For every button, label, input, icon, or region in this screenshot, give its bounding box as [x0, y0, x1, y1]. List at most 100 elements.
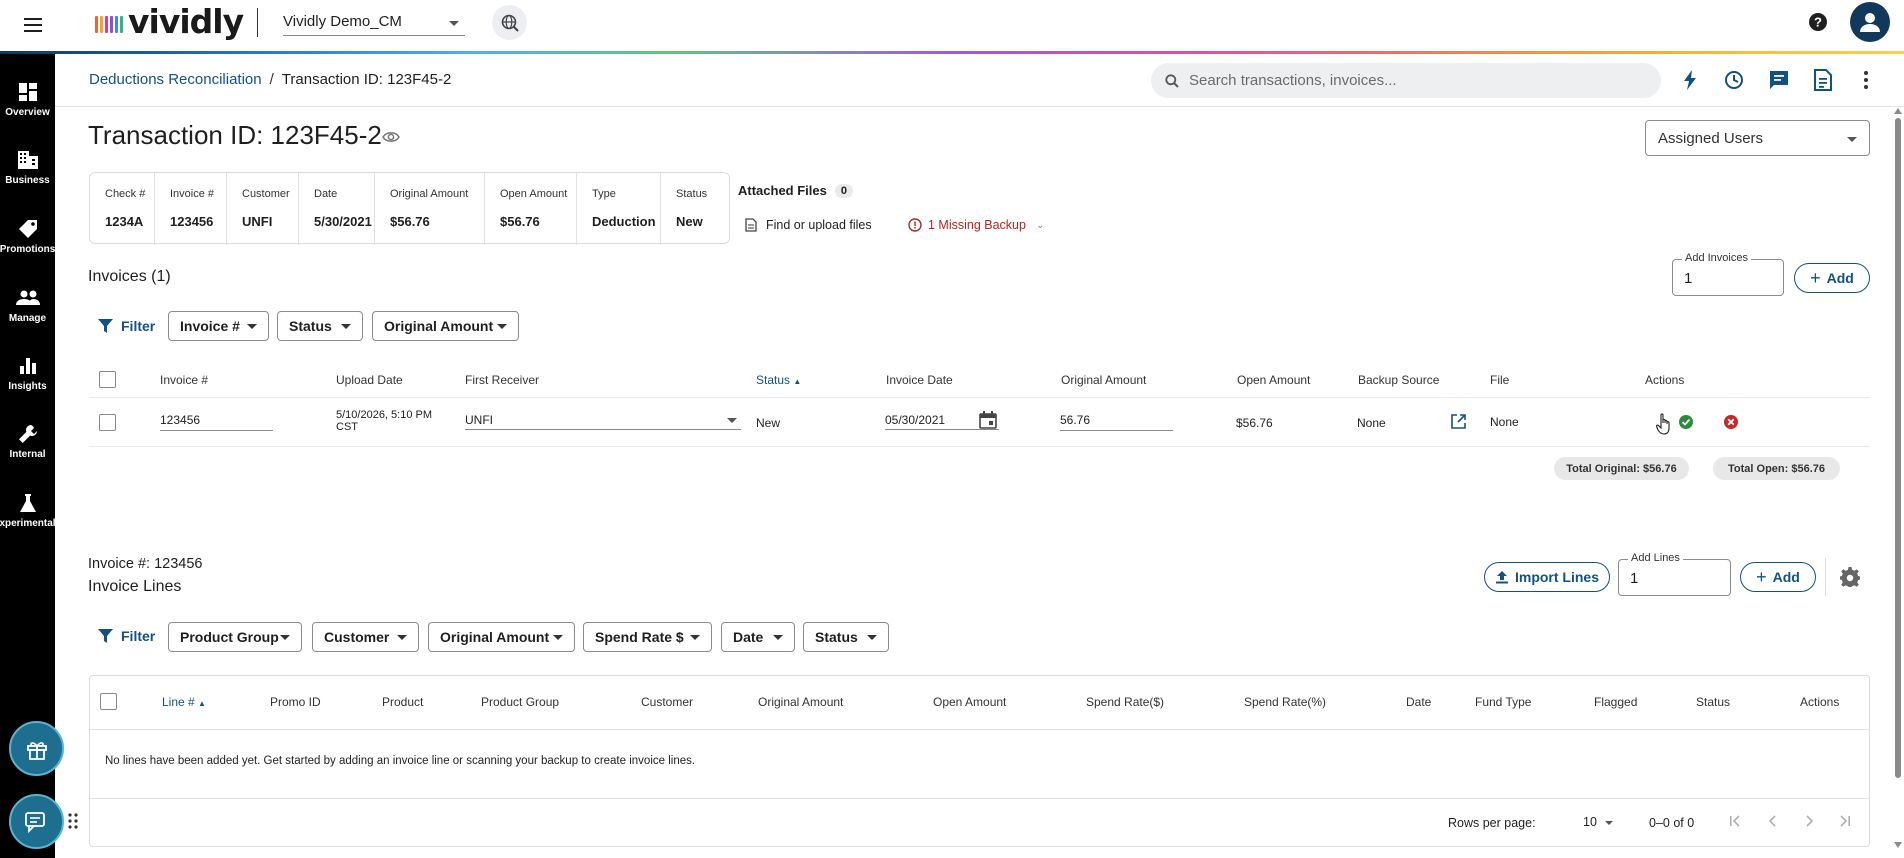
add-lines-button[interactable]: + Add	[1740, 562, 1816, 592]
filter-chip-product-group[interactable]: Product Group	[168, 622, 302, 652]
column-header-line-no[interactable]: Line # ▲	[162, 695, 206, 709]
column-header-backup-source[interactable]: Backup Source	[1358, 373, 1439, 387]
previous-page-icon[interactable]	[1766, 814, 1780, 831]
filter-chip-date[interactable]: Date	[721, 622, 795, 652]
sidebar-item-label: xperimental	[0, 518, 56, 529]
column-header-product-group[interactable]: Product Group	[481, 695, 559, 709]
column-header-status[interactable]: Status ▲	[756, 373, 801, 387]
lines-filter-button[interactable]: Filter	[98, 628, 155, 644]
user-avatar[interactable]	[1850, 2, 1890, 42]
vividly-logo[interactable]: vividly	[95, 5, 244, 38]
approve-check-icon[interactable]	[1656, 414, 1694, 433]
row-select-checkbox[interactable]	[99, 414, 116, 431]
column-header-customer[interactable]: Customer	[641, 695, 693, 709]
first-page-icon[interactable]	[1728, 814, 1742, 831]
column-header-invoice-date[interactable]: Invoice Date	[886, 373, 953, 387]
select-all-invoices-checkbox[interactable]	[99, 371, 116, 388]
eye-icon[interactable]	[382, 128, 400, 149]
more-vert-icon[interactable]	[1853, 67, 1879, 93]
search-input[interactable]	[1189, 72, 1629, 89]
summary-original-amount: Original Amount $56.76	[375, 173, 485, 245]
missing-backup-button[interactable]: 1 Missing Backup ⌄	[908, 218, 1044, 232]
calendar-icon[interactable]	[979, 411, 997, 432]
scroll-down-arrow-icon[interactable]	[1894, 842, 1902, 848]
add-invoices-field[interactable]: Add Invoices	[1672, 252, 1784, 296]
global-search-button[interactable]	[492, 5, 527, 40]
menu-icon[interactable]	[20, 12, 46, 38]
gift-button[interactable]	[9, 721, 64, 776]
filter-icon	[98, 629, 113, 643]
filter-chip-invoice-no[interactable]: Invoice #	[168, 311, 269, 341]
column-header-original-amount[interactable]: Original Amount	[758, 695, 843, 709]
column-header-product[interactable]: Product	[382, 695, 423, 709]
history-clock-icon[interactable]	[1721, 67, 1747, 93]
column-header-spend-rate-dollar[interactable]: Spend Rate($)	[1086, 695, 1164, 709]
last-page-icon[interactable]	[1838, 814, 1852, 831]
settings-gear-icon[interactable]	[1840, 567, 1860, 590]
scrollbar-thumb[interactable]	[1895, 118, 1901, 778]
sidebar-item-insights[interactable]: Insights	[0, 350, 55, 408]
column-header-fund-type[interactable]: Fund Type	[1475, 695, 1531, 709]
find-upload-files-button[interactable]: Find or upload files	[745, 218, 872, 232]
column-header-file[interactable]: File	[1490, 373, 1509, 387]
scroll-up-arrow-icon[interactable]	[1894, 108, 1902, 114]
filter-chip-original-amount[interactable]: Original Amount	[428, 622, 575, 652]
sidebar-item-overview[interactable]: Overview	[0, 76, 55, 134]
help-icon[interactable]: ?	[1806, 10, 1830, 34]
sort-ascending-icon: ▲	[793, 377, 802, 386]
org-selector[interactable]: Vividly Demo_CM	[283, 8, 465, 36]
first-receiver-select[interactable]: UNFI	[465, 413, 741, 430]
reject-x-icon[interactable]	[1700, 414, 1739, 433]
add-invoices-button[interactable]: + Add	[1794, 263, 1870, 293]
sidebar-item-internal[interactable]: Internal	[0, 418, 55, 476]
import-lines-button[interactable]: Import Lines	[1484, 562, 1610, 592]
filter-chip-customer[interactable]: Customer	[312, 622, 419, 652]
column-header-open-amount[interactable]: Open Amount	[933, 695, 1006, 709]
assigned-users-select[interactable]: Assigned Users	[1645, 120, 1870, 156]
column-header-status[interactable]: Status	[1696, 695, 1730, 709]
column-header-flagged[interactable]: Flagged	[1594, 695, 1637, 709]
search-bar[interactable]	[1151, 63, 1661, 98]
column-header-open-amount[interactable]: Open Amount	[1237, 373, 1310, 387]
backup-source-cell: None	[1357, 416, 1386, 430]
column-header-label: Status	[756, 373, 791, 387]
invoices-filter-button[interactable]: Filter	[98, 318, 155, 334]
add-lines-field[interactable]: Add Lines	[1618, 552, 1731, 596]
rows-per-page-select[interactable]: 10	[1583, 814, 1617, 832]
plus-icon: +	[1810, 268, 1821, 288]
missing-backup-label: 1 Missing Backup	[928, 218, 1026, 232]
attached-files-label: Attached Files	[738, 183, 827, 198]
page-title: Transaction ID: 123F45-2	[88, 120, 382, 150]
sidebar-item-experimental[interactable]: xperimental	[0, 487, 56, 545]
breadcrumb-link-deductions[interactable]: Deductions Reconciliation	[89, 71, 262, 88]
summary-value: 5/30/2021	[314, 214, 372, 229]
original-amount-input[interactable]	[1060, 413, 1173, 431]
column-header-date[interactable]: Date	[1406, 695, 1431, 709]
column-header-promo-id[interactable]: Promo ID	[270, 695, 321, 709]
add-invoices-input[interactable]	[1684, 270, 1754, 287]
sidebar-item-promotions[interactable]: Promotions	[0, 213, 55, 271]
column-header-original-amount[interactable]: Original Amount	[1061, 373, 1146, 387]
invoice-number-input[interactable]	[160, 413, 273, 431]
open-in-new-icon[interactable]	[1451, 414, 1466, 432]
add-lines-input[interactable]	[1630, 570, 1700, 587]
page-scrollbar[interactable]	[1894, 108, 1902, 848]
sidebar-item-business[interactable]: Business	[0, 144, 55, 202]
column-header-first-receiver[interactable]: First Receiver	[465, 373, 539, 387]
filter-chip-original-amount[interactable]: Original Amount	[372, 311, 519, 341]
filter-chip-spend-rate[interactable]: Spend Rate $	[583, 622, 712, 652]
sidebar-item-manage[interactable]: Manage	[0, 282, 55, 340]
chat-support-button[interactable]	[9, 794, 64, 849]
column-header-upload-date[interactable]: Upload Date	[336, 373, 403, 387]
document-icon[interactable]	[1810, 67, 1836, 93]
column-header-invoice-no[interactable]: Invoice #	[160, 373, 208, 387]
column-header-spend-rate-percent[interactable]: Spend Rate(%)	[1244, 695, 1326, 709]
comments-icon[interactable]	[1766, 67, 1792, 93]
select-all-lines-checkbox[interactable]	[100, 693, 117, 710]
filter-chip-status[interactable]: Status	[803, 622, 889, 652]
drag-handle-icon[interactable]	[67, 812, 79, 834]
lightning-icon[interactable]	[1677, 67, 1703, 93]
rows-per-page-label: Rows per page:	[1448, 816, 1536, 830]
next-page-icon[interactable]	[1802, 814, 1816, 831]
filter-chip-status[interactable]: Status	[277, 311, 363, 341]
